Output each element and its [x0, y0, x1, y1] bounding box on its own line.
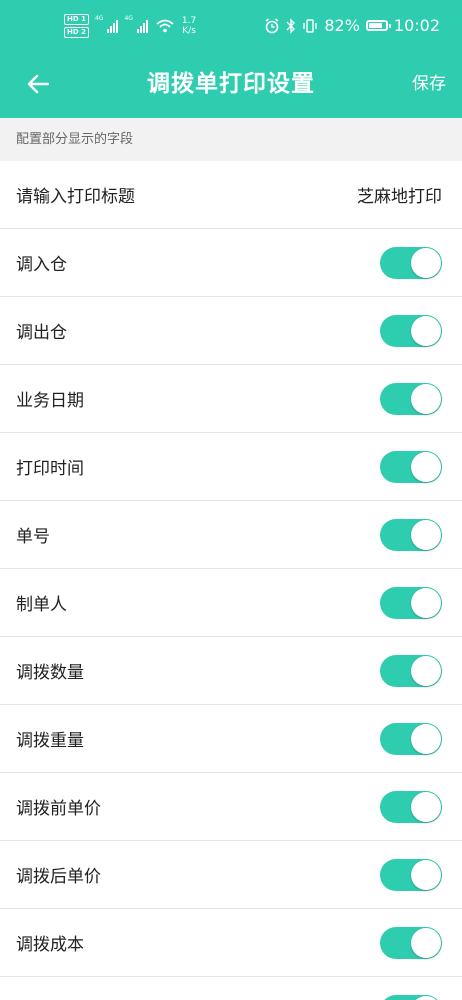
field-label: 调拨前单价	[16, 799, 101, 819]
field-toggle[interactable]	[380, 926, 442, 959]
toggle-knob	[411, 247, 441, 278]
field-toggle[interactable]	[380, 246, 442, 279]
toggle-knob	[411, 859, 441, 890]
section-header: 配置部分显示的字段	[0, 118, 462, 161]
app-screen: HD 1 HD 2 4G 4G 1.7 K/s 82% 10:02 调拨单打印设…	[0, 0, 462, 1000]
save-button[interactable]: 保存	[412, 66, 446, 102]
field-label: 调入仓	[16, 255, 67, 275]
status-bar: HD 1 HD 2 4G 4G 1.7 K/s 82% 10:02	[0, 0, 462, 56]
bluetooth-icon	[286, 17, 296, 34]
field-label: 调拨成本	[16, 935, 84, 955]
field-row: 单号	[0, 501, 462, 569]
toggle-knob	[411, 995, 441, 1000]
field-row: 调拨成本	[0, 909, 462, 977]
hd1-badge: HD 1	[64, 14, 89, 25]
print-title-label: 请输入打印标题	[16, 187, 135, 207]
toggle-knob	[411, 655, 441, 686]
field-toggle[interactable]	[380, 586, 442, 619]
field-row: 调拨重量	[0, 705, 462, 773]
field-label: 调拨后单价	[16, 867, 101, 887]
toggle-knob	[411, 315, 441, 346]
vibrate-icon	[303, 18, 318, 33]
field-label: 调出仓	[16, 323, 67, 343]
status-bar-left: HD 1 HD 2 4G 4G 1.7 K/s	[64, 14, 196, 38]
status-bar-right: 82% 10:02	[264, 16, 440, 35]
battery-level	[368, 23, 382, 28]
network-type-1: 4G	[94, 14, 104, 22]
field-row: 打印时间	[0, 433, 462, 501]
toggle-knob	[411, 927, 441, 958]
signal-icon	[136, 19, 148, 33]
toggle-knob	[411, 383, 441, 414]
field-row: 业务日期	[0, 365, 462, 433]
field-row: 调拨前单价	[0, 773, 462, 841]
field-label: 业务日期	[16, 391, 84, 411]
field-toggle[interactable]	[380, 858, 442, 891]
field-row	[0, 977, 462, 1000]
alarm-icon	[265, 17, 279, 33]
print-title-row[interactable]: 请输入打印标题 芝麻地打印	[0, 161, 462, 229]
field-toggle[interactable]	[380, 314, 442, 347]
toggle-knob	[411, 519, 441, 550]
field-toggle[interactable]	[380, 654, 442, 687]
network-speed: 1.7 K/s	[182, 16, 196, 36]
toggle-knob	[411, 587, 441, 618]
toggle-knob	[411, 451, 441, 482]
field-row: 制单人	[0, 569, 462, 637]
battery-percent: 82%	[324, 16, 360, 35]
field-toggle[interactable]	[380, 518, 442, 551]
network-type-2: 4G	[124, 14, 133, 22]
field-row: 调入仓	[0, 229, 462, 297]
field-row: 调拨数量	[0, 637, 462, 705]
field-label: 打印时间	[16, 459, 84, 479]
field-toggle[interactable]	[380, 382, 442, 415]
speed-unit: K/s	[182, 26, 196, 36]
page-title: 调拨单打印设置	[147, 71, 315, 97]
field-toggle[interactable]	[380, 450, 442, 483]
speed-value: 1.7	[181, 16, 197, 26]
field-toggle[interactable]	[380, 722, 442, 755]
field-row: 调拨后单价	[0, 841, 462, 909]
field-toggle[interactable]	[380, 994, 442, 1000]
print-title-value[interactable]: 芝麻地打印	[357, 182, 442, 207]
title-bar: 调拨单打印设置 保存	[0, 56, 462, 118]
toggle-knob	[411, 723, 441, 754]
wifi-icon	[156, 19, 174, 33]
field-list: 调入仓调出仓业务日期打印时间单号制单人调拨数量调拨重量调拨前单价调拨后单价调拨成…	[0, 229, 462, 1000]
hd-indicators: HD 1 HD 2	[64, 14, 89, 38]
field-label: 调拨数量	[16, 663, 84, 683]
battery-icon	[365, 20, 391, 31]
field-toggle[interactable]	[380, 790, 442, 823]
clock-time: 10:02	[393, 16, 440, 35]
field-label: 调拨重量	[16, 731, 84, 751]
signal-icon	[107, 19, 119, 33]
hd2-badge: HD 2	[64, 27, 89, 38]
field-label: 单号	[16, 527, 50, 547]
header: HD 1 HD 2 4G 4G 1.7 K/s 82% 10:02 调拨单打印设…	[0, 0, 462, 118]
field-label: 制单人	[16, 595, 67, 615]
field-row: 调出仓	[0, 297, 462, 365]
toggle-knob	[411, 791, 441, 822]
